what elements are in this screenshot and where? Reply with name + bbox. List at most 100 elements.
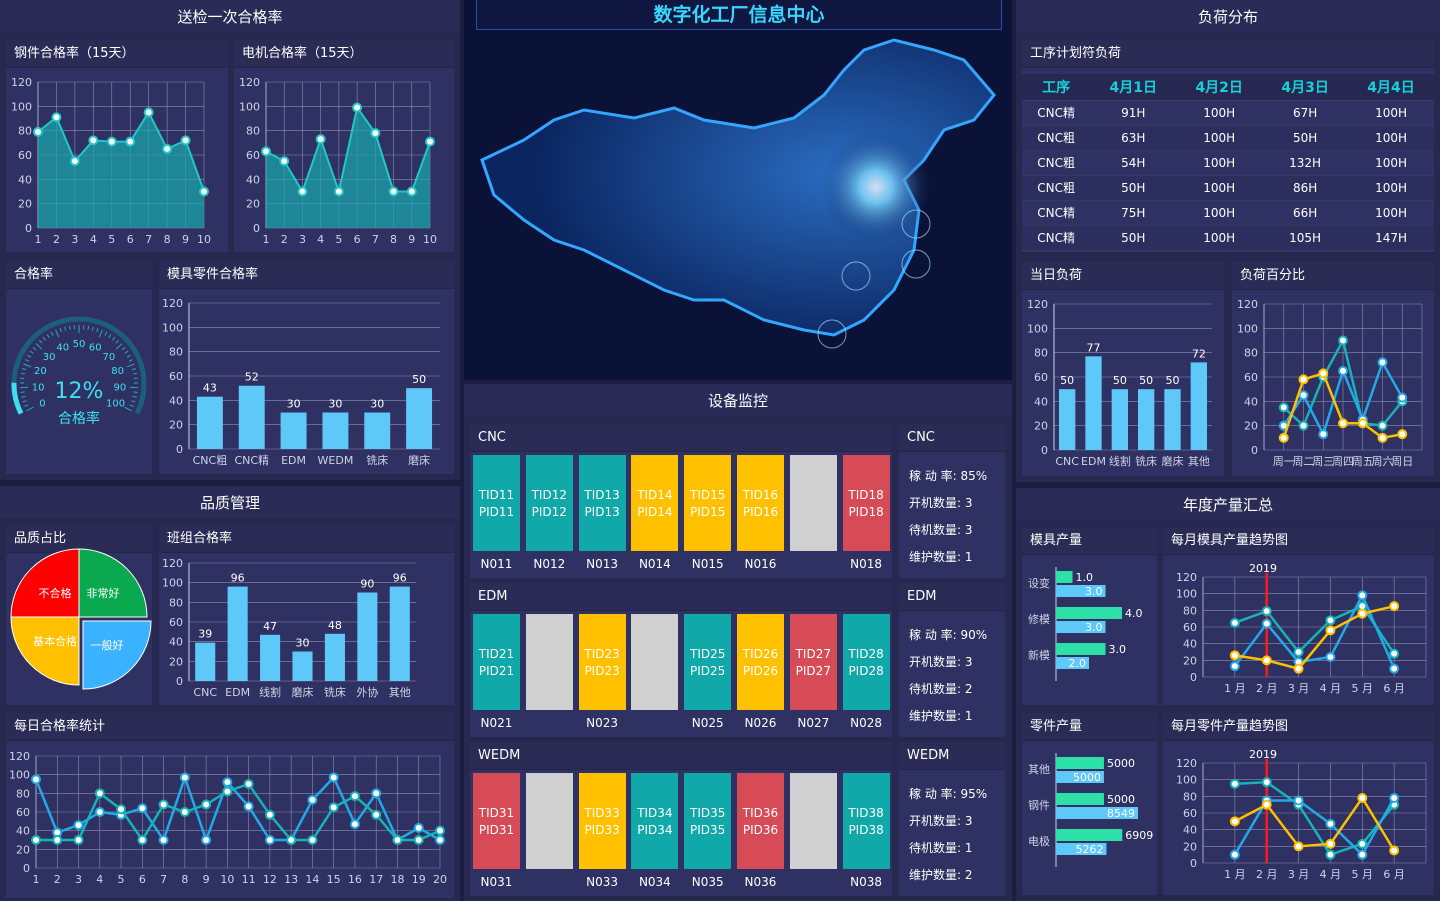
y-tick-label: 100: [1176, 588, 1197, 601]
x-tick-label: 6: [354, 233, 361, 246]
gauge-tick-label: 70: [103, 352, 116, 363]
data-point: [1389, 648, 1400, 659]
machine-tile[interactable]: TID36 PID36: [737, 773, 784, 869]
data-point: [297, 186, 308, 197]
machine-tile[interactable]: TID11 PID11: [473, 455, 520, 551]
slice-label: 基本合格: [33, 634, 77, 648]
data-label: 30: [296, 637, 310, 650]
machine-tile[interactable]: TID38 PID38: [842, 773, 890, 869]
machine-tile[interactable]: TID26 PID26: [737, 614, 784, 710]
machine-tile[interactable]: [525, 773, 573, 869]
x-tick-label: 20: [433, 873, 447, 886]
table-row: CNC精 91H 100H 67H 100H: [1022, 100, 1434, 126]
x-tick-label: 7: [372, 233, 379, 246]
data-point: [1325, 615, 1336, 626]
data-point: [51, 112, 62, 123]
load-percent-panel: 负荷百分比 0 20 40 60 80 100 120 周一 周二 周三 周四 周五 周六 周日: [1232, 262, 1434, 476]
gauge-tick: [104, 331, 108, 336]
machine-tile[interactable]: TID31 PID31: [473, 773, 520, 869]
data-point: [1389, 845, 1400, 856]
table-cell: 100H: [1176, 225, 1263, 251]
data-point: [201, 799, 212, 810]
panel-title: 电机合格率（15天）: [234, 40, 454, 68]
machine-tile[interactable]: [789, 773, 837, 869]
table-row: CNC粗 54H 100H 132H 100H: [1022, 150, 1434, 176]
y-tick-label: 120: [1176, 571, 1197, 584]
gauge-tick: [128, 359, 133, 362]
section-title: 设备监控: [464, 384, 1012, 416]
machine-tile[interactable]: TID34 PID34: [631, 773, 679, 869]
machine-tile[interactable]: TID14 PID14: [631, 455, 679, 551]
machine-tile[interactable]: TID27 PID27: [789, 614, 837, 710]
machine-tile[interactable]: TID33 PID33: [578, 773, 626, 869]
team-bar-chart: 0 20 40 60 80 100 120 39 CNC 96 EDM 47 线割 30 磨床 48 铣床 90 外…: [162, 557, 416, 699]
gauge-tick: [96, 327, 99, 333]
data-point: [435, 835, 445, 845]
x-tick-label: 铣床: [324, 685, 346, 699]
column-header: 4月4日: [1348, 74, 1434, 101]
machine-tile[interactable]: TID28 PID28: [842, 614, 890, 710]
stat-rate: 稼 动 率: 85%: [909, 469, 988, 483]
table-cell: 100H: [1176, 125, 1263, 151]
equipment-group-cnc: CNC TID11 PID11 N011 TID12 PID12 N012 TID13 PID1…: [470, 424, 892, 578]
machine-id: TID21: [478, 647, 515, 661]
stat-wait: 待机数量: 2: [909, 682, 973, 696]
machine-tile[interactable]: TID23 PID23: [578, 614, 626, 710]
daily-rate-panel: 每日合格率统计 0 20 40 60 80 100 120 1 2 3 4 5 6 7 8 9 10 11 12 13…: [6, 713, 454, 898]
part-trend-panel: 每月零件产量趋势图 0 20 40 60 80 100 120 1 月 2 月 3 月 4 月 5 月…: [1163, 713, 1434, 895]
machine-tile[interactable]: [631, 614, 679, 710]
data-point: [1357, 838, 1368, 849]
machine-tile[interactable]: [525, 614, 573, 710]
machine-tile[interactable]: TID35 PID35: [684, 773, 732, 869]
machine-tile[interactable]: TID21 PID21: [473, 614, 520, 710]
gauge-tick-label: 30: [43, 352, 56, 363]
data-label: 5000: [1073, 771, 1101, 784]
slice-label: 非常好: [87, 586, 120, 600]
x-tick-label: 4: [96, 873, 103, 886]
table-cell: 66H: [1262, 200, 1349, 226]
table-cell: CNC精: [1022, 200, 1091, 226]
bar: [280, 412, 307, 449]
machine-id: TID33: [584, 806, 620, 820]
y-tick-label: 120: [1237, 298, 1258, 311]
machine-label: N027: [797, 716, 830, 730]
section-title: 年度产量汇总: [1016, 488, 1440, 520]
machine-label: N013: [586, 557, 619, 571]
machine-tile[interactable]: TID13 PID13: [578, 455, 626, 551]
mold-output-hbar-chart: 设变 1.03.0修模 4.03.0新模 3.02.0: [1028, 567, 1143, 681]
machine-tile[interactable]: TID25 PID25: [684, 614, 732, 710]
machine-tile[interactable]: TID18 PID18: [842, 455, 890, 551]
gauge-tick: [64, 326, 67, 331]
mold-trend-line-chart: 0 20 40 60 80 100 120 1 月 2 月 3 月 4 月 5 月 6 月 2019: [1176, 562, 1427, 695]
bar: [406, 388, 433, 449]
table-cell: 75H: [1090, 200, 1177, 226]
table-row: CNC精 75H 100H 66H 100H: [1022, 200, 1434, 226]
x-tick-label: 5 月: [1352, 868, 1374, 881]
gauge-tick: [132, 372, 138, 375]
machine-id: PID31: [478, 823, 515, 837]
x-tick-label: 9: [182, 233, 189, 246]
y-tick-label: 80: [1183, 604, 1197, 617]
table-cell: 63H: [1090, 125, 1177, 151]
data-point: [179, 807, 190, 817]
y-tick-label: 80: [18, 125, 32, 138]
data-point: [1338, 335, 1348, 346]
bar: [196, 396, 223, 449]
data-point: [349, 819, 360, 830]
machine-tile[interactable]: [789, 455, 837, 551]
machine-tile[interactable]: TID15 PID15: [684, 455, 732, 551]
data-point: [1298, 420, 1309, 431]
data-point: [137, 835, 148, 845]
data-point: [328, 772, 339, 783]
group-title: WEDM: [470, 742, 892, 770]
machine-id: PID38: [848, 823, 884, 837]
machine-tile[interactable]: TID16 PID16: [737, 455, 784, 551]
data-point: [349, 791, 360, 802]
machine-tile[interactable]: TID12 PID12: [525, 455, 573, 551]
machine-label: N016: [744, 557, 777, 571]
equipment-group-wedm: WEDM TID31 PID31 N031 TID33 PID33 N033 TID34 PID…: [470, 742, 892, 896]
mold-trend-panel: 每月模具产量趋势图 0 20 40 60 80 100 120 1 月 2 月 3 月 4 月 5 月…: [1163, 527, 1434, 705]
gauge-tick-label: 20: [34, 366, 47, 377]
data-point: [94, 807, 105, 817]
gauge-tick-label: 50: [73, 339, 86, 350]
